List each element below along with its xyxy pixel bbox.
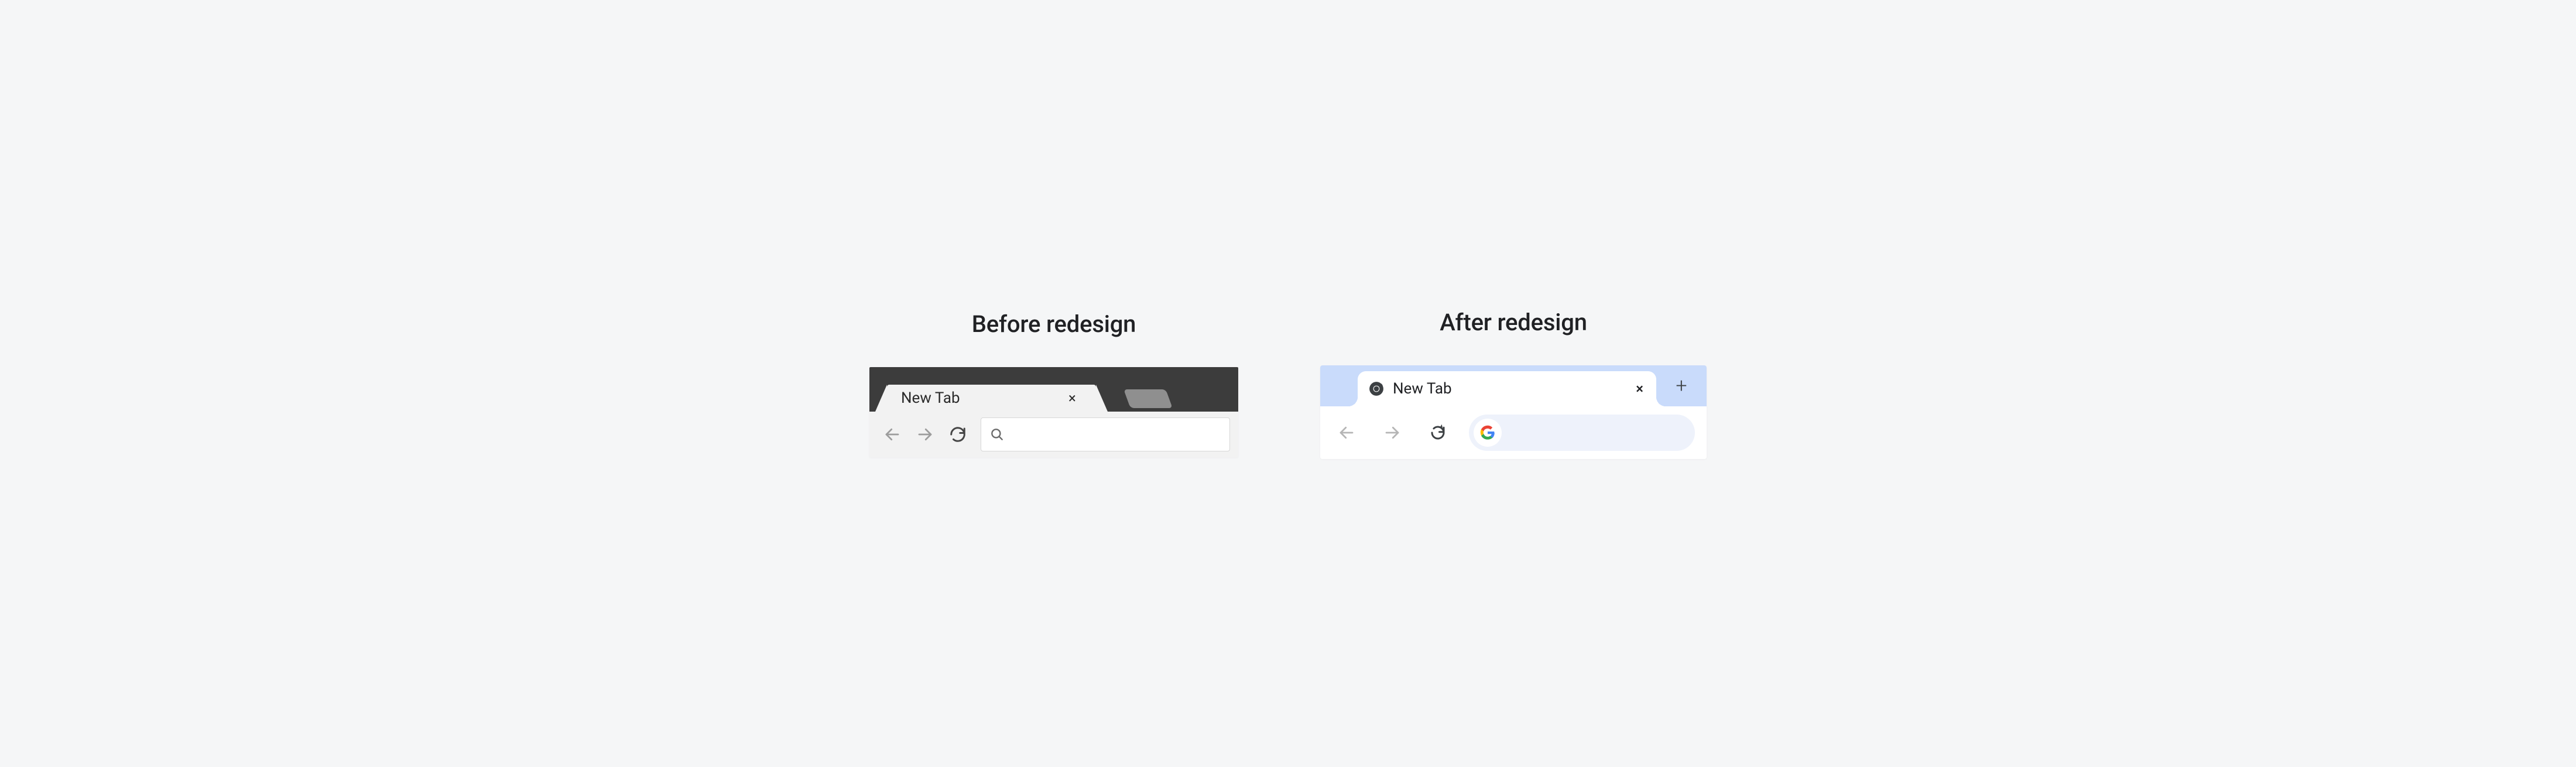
before-heading: Before redesign [972, 310, 1136, 338]
back-button-before[interactable] [878, 420, 907, 449]
forward-button-before[interactable] [910, 420, 940, 449]
chrome-window-before: New Tab × [869, 367, 1238, 457]
arrow-right-icon [1383, 424, 1401, 441]
new-tab-button-before[interactable] [1123, 389, 1173, 408]
tabstrip-after: New Tab × + [1320, 365, 1707, 406]
reload-button-before[interactable] [943, 420, 972, 449]
close-tab-button-after[interactable]: × [1633, 378, 1646, 399]
plus-icon: + [1676, 374, 1687, 398]
tabstrip-before: New Tab × [869, 367, 1238, 412]
arrow-left-icon [1338, 424, 1355, 441]
reload-button-after[interactable] [1423, 418, 1453, 447]
after-panel: After redesign New Tab × + [1320, 309, 1707, 459]
new-tab-button-after[interactable]: + [1667, 365, 1696, 406]
address-bar-before[interactable] [981, 417, 1230, 451]
reload-icon [949, 426, 967, 443]
back-button-after[interactable] [1332, 418, 1361, 447]
tab-title-after: New Tab [1393, 380, 1625, 398]
arrow-left-icon [883, 426, 901, 443]
tab-title-before: New Tab [901, 389, 1065, 407]
forward-button-after[interactable] [1378, 418, 1407, 447]
reload-icon [1429, 424, 1447, 441]
arrow-right-icon [916, 426, 934, 443]
chrome-window-after: New Tab × + [1320, 365, 1707, 459]
google-g-icon [1474, 419, 1502, 447]
toolbar-before [869, 412, 1238, 457]
chrome-icon [1368, 381, 1385, 397]
before-panel: Before redesign New Tab × [869, 310, 1238, 457]
active-tab-after[interactable]: New Tab × [1358, 371, 1656, 406]
address-bar-after[interactable] [1469, 415, 1695, 451]
toolbar-after [1320, 406, 1707, 459]
search-icon [989, 427, 1005, 442]
close-tab-button-before[interactable]: × [1065, 388, 1080, 409]
after-heading: After redesign [1440, 309, 1587, 336]
active-tab-before[interactable]: New Tab × [887, 385, 1096, 412]
